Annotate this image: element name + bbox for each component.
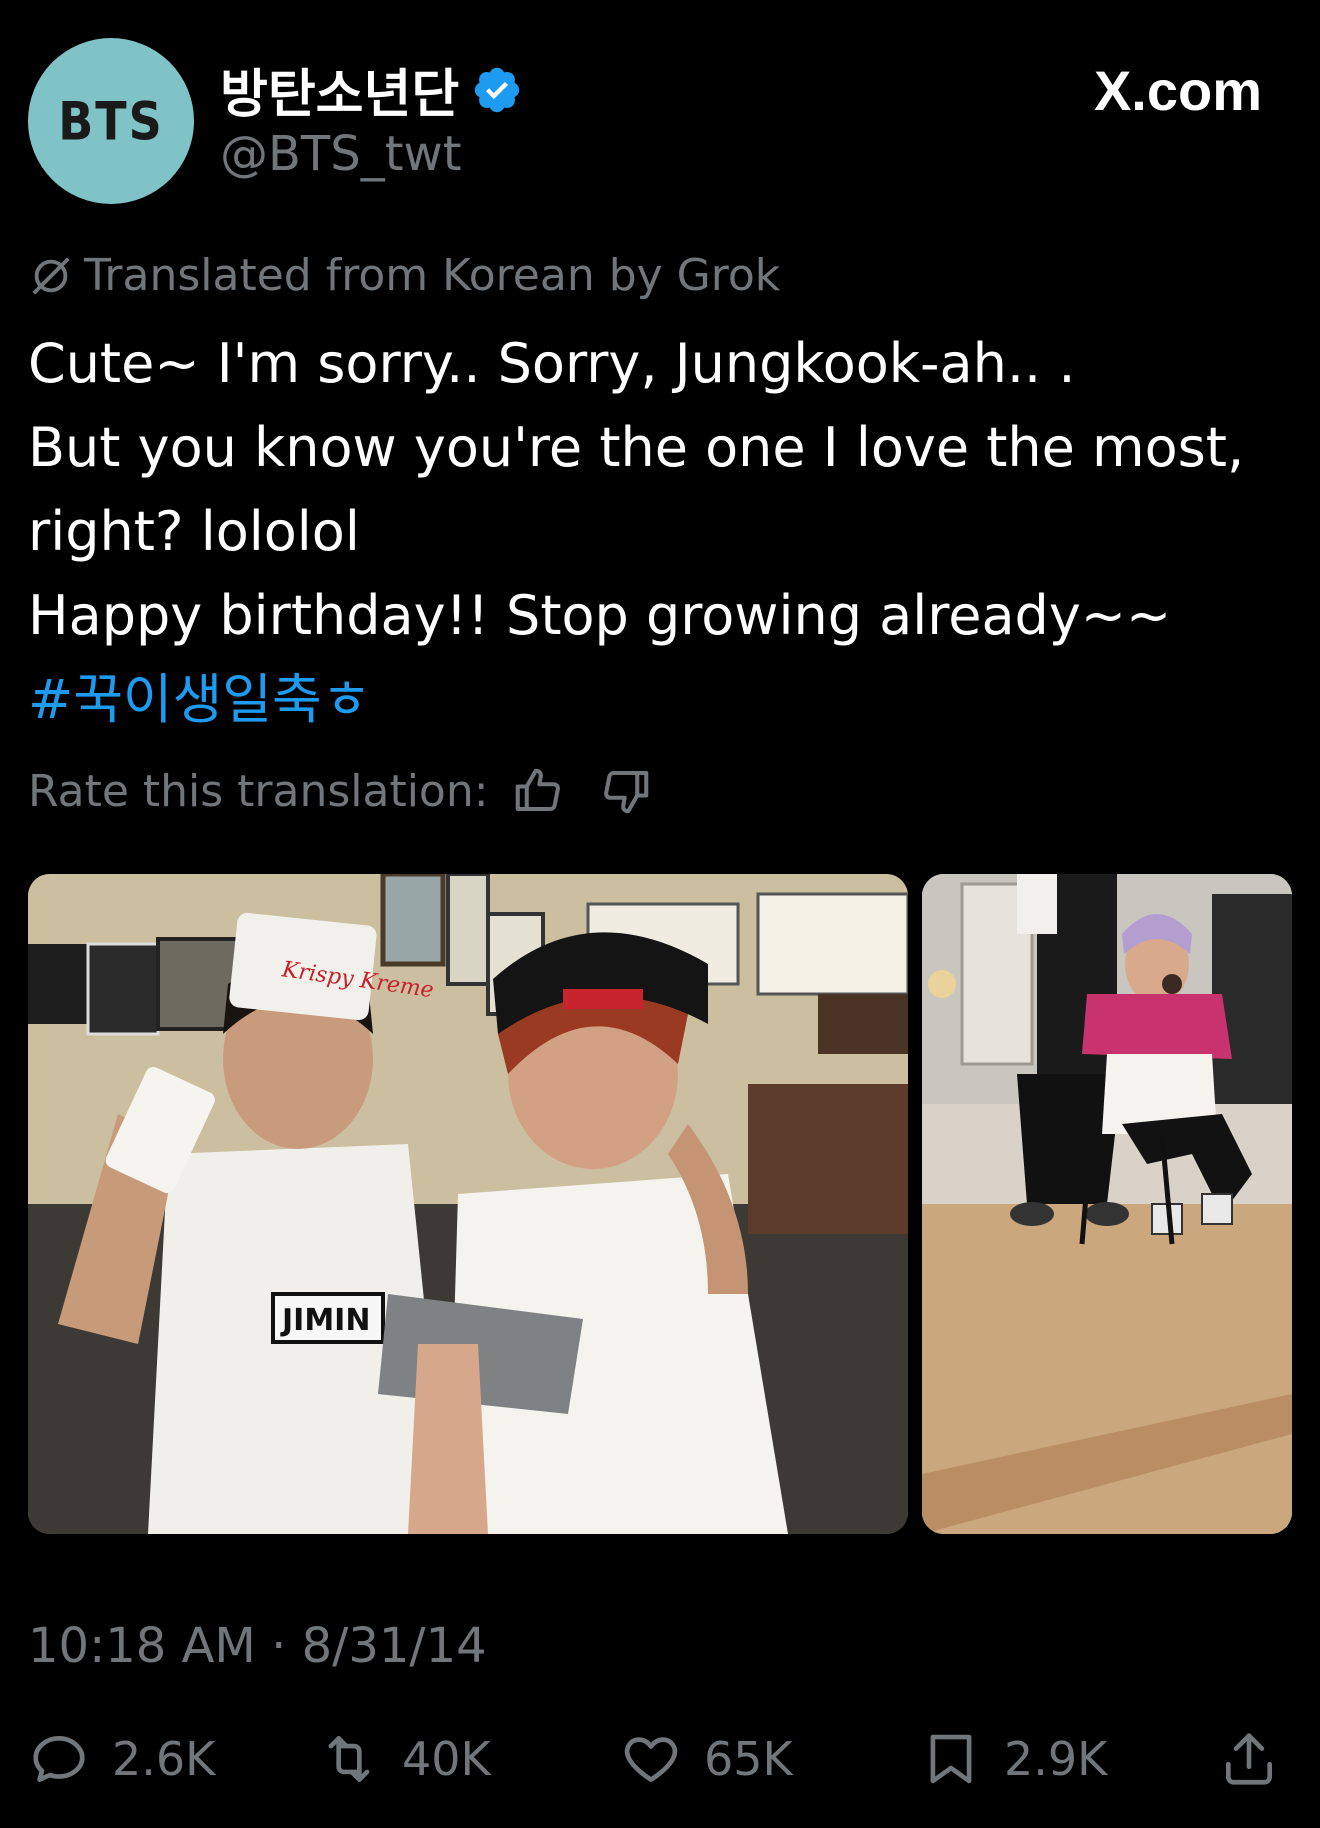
tweet-text: Cute~ I'm sorry.. Sorry, Jungkook-ah.. .… — [28, 322, 1298, 742]
x-brand-label: X.com — [1093, 59, 1262, 122]
bookmark-button[interactable]: 2.9K — [920, 1728, 1107, 1790]
translation-note: Translated from Korean by Grok — [28, 250, 780, 301]
reply-button[interactable]: 2.6K — [28, 1728, 215, 1790]
photo-illustration — [922, 874, 1292, 1534]
tweet-action-bar: 2.6K 40K 65K 2.9K — [0, 1728, 1320, 1798]
user-handle[interactable]: @BTS_twt — [220, 126, 462, 182]
tweet-line: Cute~ I'm sorry.. Sorry, Jungkook-ah.. . — [28, 332, 1076, 395]
tweet-line: right? lololol — [28, 500, 360, 563]
display-name[interactable]: 방탄소년단 — [220, 52, 523, 127]
tweet-photo-2[interactable] — [922, 874, 1292, 1534]
rate-translation: Rate this translation: — [28, 764, 653, 818]
tweet-photo-1[interactable]: Krispy Kreme JIMIN — [28, 874, 908, 1534]
share-icon — [1226, 1733, 1272, 1785]
repost-button[interactable]: 40K — [318, 1728, 491, 1790]
like-button[interactable]: 65K — [620, 1728, 793, 1790]
bookmark-count: 2.9K — [1004, 1732, 1108, 1786]
repost-count: 40K — [402, 1732, 491, 1786]
translation-note-text: Translated from Korean by Grok — [84, 250, 781, 301]
reply-count: 2.6K — [112, 1732, 216, 1786]
bookmark-icon — [930, 1734, 972, 1784]
avatar-text: BTS — [58, 89, 164, 153]
rate-translation-label: Rate this translation: — [28, 765, 489, 817]
tweet-timestamp[interactable]: 10:18 AM · 8/31/14 — [28, 1618, 487, 1674]
like-count: 65K — [704, 1732, 793, 1786]
tweet-screenshot: BTS 방탄소년단 @BTS_twt X.com Translated from… — [0, 0, 1320, 1828]
share-button[interactable] — [1218, 1728, 1280, 1790]
heart-icon — [624, 1737, 678, 1782]
thumbs-up-icon[interactable] — [511, 764, 565, 818]
avatar[interactable]: BTS — [28, 38, 194, 204]
tweet-line: But you know you're the one I love the m… — [28, 416, 1245, 479]
reply-icon — [33, 1736, 85, 1782]
hashtag-link[interactable]: #꾹이생일축ㅎ — [28, 658, 1298, 742]
grok-icon — [32, 256, 70, 295]
thumbs-down-icon[interactable] — [599, 764, 653, 818]
shirt-label: JIMIN — [280, 1303, 370, 1338]
repost-icon — [328, 1736, 370, 1782]
display-name-text: 방탄소년단 — [220, 65, 460, 125]
tweet-line: Happy birthday!! Stop growing already~~ — [28, 584, 1172, 647]
verified-badge-icon — [474, 67, 520, 112]
photo-illustration: Krispy Kreme JIMIN — [28, 874, 908, 1534]
